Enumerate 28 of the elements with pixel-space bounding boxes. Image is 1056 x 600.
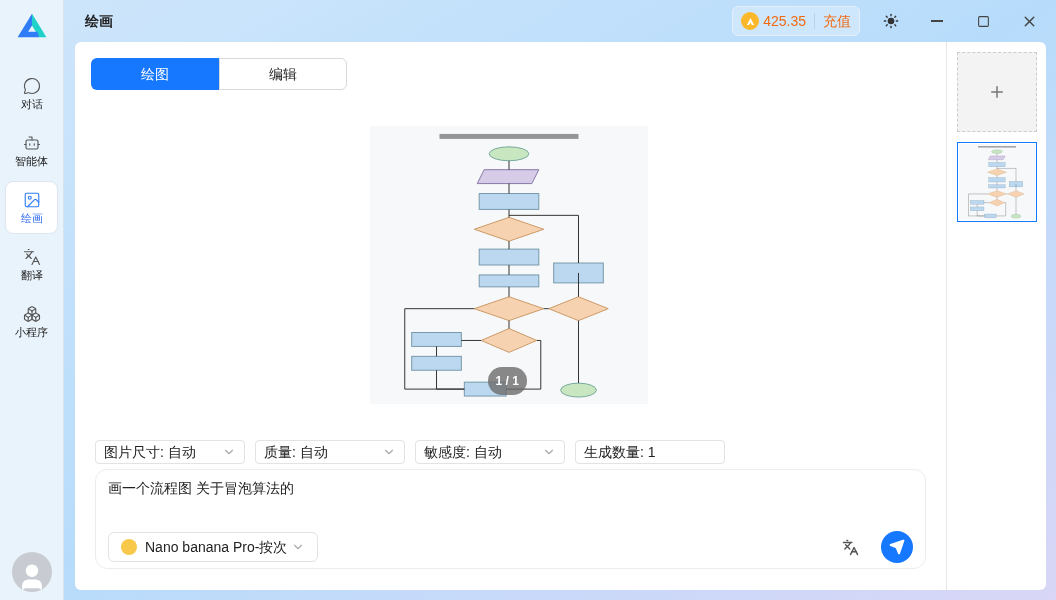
- paper-plane-icon: [889, 539, 905, 555]
- number-field[interactable]: 生成数量: 1: [575, 440, 725, 464]
- mode-tab[interactable]: 绘图: [91, 58, 219, 90]
- window-title: 绘画: [85, 11, 113, 31]
- option-select[interactable]: 质量: 自动: [255, 440, 405, 464]
- prompt-text: 画一个流程图 关于冒泡算法的: [108, 479, 295, 498]
- option-select[interactable]: 敏感度: 自动: [415, 440, 565, 464]
- balance-amount: 425.35: [763, 11, 806, 31]
- sidebar-item[interactable]: 智能体: [5, 124, 58, 177]
- robot-icon: [22, 134, 41, 152]
- sidebar-item[interactable]: 绘画: [5, 181, 58, 234]
- translate-icon: [22, 248, 41, 266]
- coin-icon: [741, 12, 760, 30]
- option-select[interactable]: 图片尺寸: 自动: [95, 440, 245, 464]
- sidebar-item[interactable]: 对话: [5, 67, 58, 120]
- sun-icon: [883, 13, 899, 29]
- maximize-icon: [976, 14, 990, 28]
- translate-icon: [841, 538, 859, 556]
- picture-icon: [22, 191, 41, 209]
- mode-tab[interactable]: 编辑: [219, 58, 347, 90]
- send-button[interactable]: [881, 531, 913, 563]
- model-select[interactable]: Nano banana Pro-按次: [108, 532, 319, 562]
- sidebar-item[interactable]: 小程序: [5, 295, 58, 348]
- minimize-icon: [931, 20, 943, 22]
- prompt-box[interactable]: 画一个流程图 关于冒泡算法的 Nano banana Pro-按次: [95, 469, 926, 569]
- cubes-icon: [22, 305, 41, 323]
- chat-bubble-icon: [22, 77, 41, 95]
- sidebar-item[interactable]: 翻译: [5, 238, 58, 291]
